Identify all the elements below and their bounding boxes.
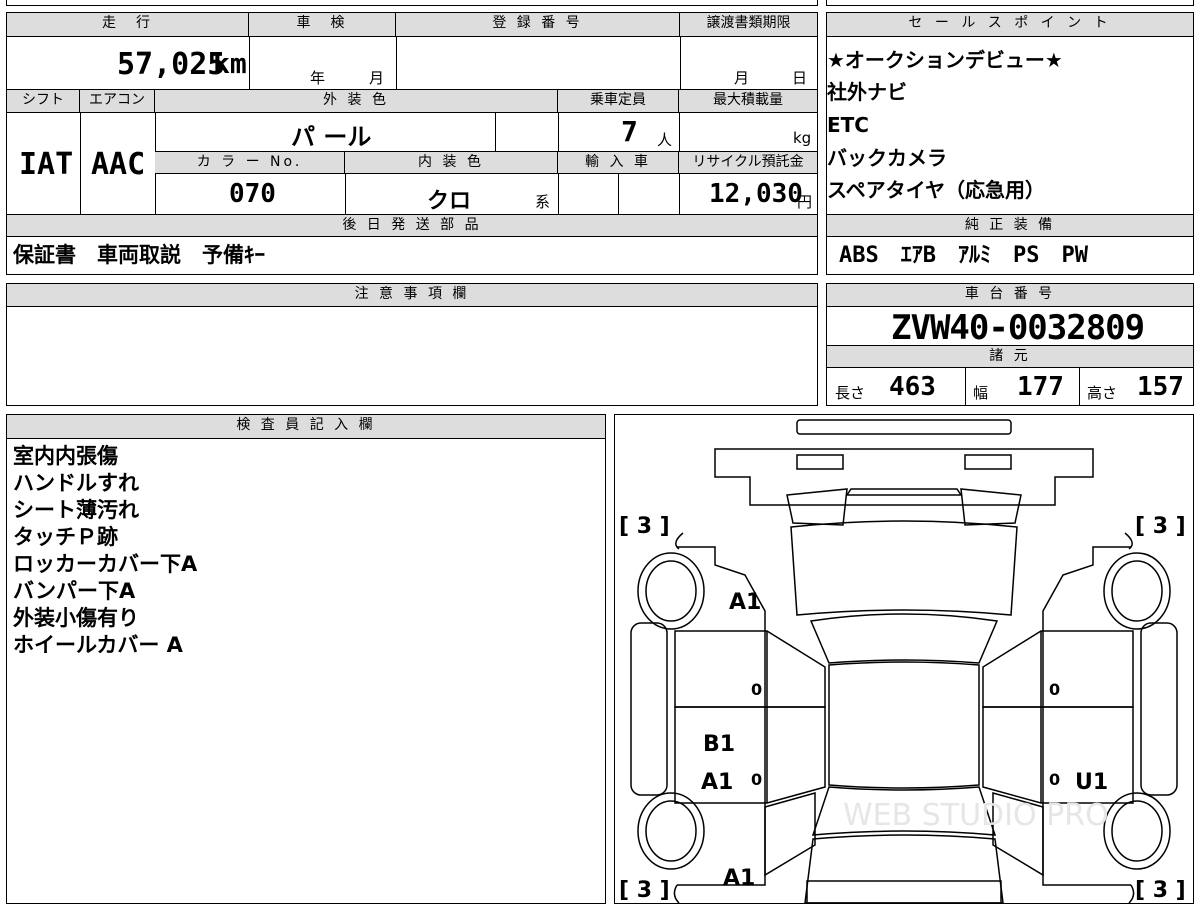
color-no-value: 070 <box>229 179 276 209</box>
damage-mark-a1-front: A1 <box>729 590 761 615</box>
interior-color-value: クロ <box>427 189 472 214</box>
width-value: 177 <box>1017 372 1064 402</box>
transfer-day: 日 <box>792 69 808 87</box>
vehicle-info-table: 走 行 車 検 登 録 番 号 譲渡書類期限 57,025 km 年 月 月 日… <box>6 12 818 275</box>
capacity-unit: 人 <box>657 131 673 149</box>
inspector-line: ロッカーカバー下A <box>13 552 198 576</box>
tire-tl: [ 3 ] <box>619 514 670 539</box>
inspector-line: ハンドルすれ <box>13 471 139 495</box>
interior-color-label: 内 装 色 <box>345 151 558 174</box>
width-label: 幅 <box>973 384 989 402</box>
inspector-line: 室内内張傷 <box>13 444 118 468</box>
inspector-line: タッチＰ跡 <box>13 525 118 549</box>
sales-point-1: ★オークションデビュー★ <box>827 48 1063 72</box>
car-diagram: [ 3 ] [ 3 ] [ 3 ] [ 3 ] A1 B1 A1 U1 A1 0… <box>619 419 1186 903</box>
capacity-label: 乗車定員 <box>558 90 679 113</box>
sales-points-panel: セ ー ル ス ポ イ ン ト ★オークションデビュー★ 社外ナビ ETC バッ… <box>826 12 1194 275</box>
max-load-label: 最大積載量 <box>679 90 817 113</box>
door-zero-2: 0 <box>1049 680 1060 699</box>
inspector-lines: 室内内張傷 ハンドルすれ シート薄汚れ タッチＰ跡 ロッカーカバー下A バンパー… <box>13 443 197 659</box>
shift-label: シフト <box>7 90 80 113</box>
inspector-panel: 検 査 員 記 入 欄 室内内張傷 ハンドルすれ シート薄汚れ タッチＰ跡 ロッ… <box>6 414 606 904</box>
door-zero-4: 0 <box>1049 770 1060 789</box>
equipment-value: ABS ｴｱB ｱﾙﾐ PS PW <box>839 243 1088 268</box>
spec-label: 諸 元 <box>827 345 1193 368</box>
top-strip-right <box>826 0 1194 6</box>
notes-panel: 注 意 事 項 欄 <box>6 283 818 406</box>
recycle-value: 12,030 <box>709 179 803 209</box>
chassis-label: 車 台 番 号 <box>827 284 1193 307</box>
top-strip <box>6 0 818 6</box>
inspector-line: ホイールカバー A <box>13 633 183 657</box>
notes-label: 注 意 事 項 欄 <box>7 284 817 307</box>
height-value: 157 <box>1137 372 1184 402</box>
sales-point-4: バックカメラ <box>827 146 947 170</box>
door-zero-1: 0 <box>751 680 762 699</box>
import-label: 輸 入 車 <box>558 151 679 174</box>
sales-point-5: スペアタイヤ（応急用） <box>827 178 1045 202</box>
length-label: 長さ <box>835 384 866 402</box>
sales-points-label: セ ー ル ス ポ イ ン ト <box>827 13 1193 37</box>
door-zero-3: 0 <box>751 770 762 789</box>
chassis-number: ZVW40-0032809 <box>891 308 1145 348</box>
tire-br: [ 3 ] <box>1135 878 1186 903</box>
inspection-year: 年 <box>310 69 326 87</box>
chassis-panel: 車 台 番 号 ZVW40-0032809 諸 元 長さ 463 幅 177 高… <box>826 283 1194 406</box>
later-parts-value: 保証書 車両取説 予備ｷｰ <box>13 243 265 267</box>
tire-bl: [ 3 ] <box>619 878 670 903</box>
later-parts-label: 後 日 発 送 部 品 <box>7 214 817 237</box>
interior-color-suffix: 系 <box>535 193 551 211</box>
recycle-label: リサイクル預託金 <box>679 151 817 174</box>
inspection-month: 月 <box>369 69 385 87</box>
damage-mark-a1-rear: A1 <box>723 866 755 891</box>
inspector-label: 検 査 員 記 入 欄 <box>7 415 605 439</box>
capacity-value: 7 <box>621 115 638 148</box>
shift-value: IAT <box>19 147 74 182</box>
recycle-unit: 円 <box>797 193 813 211</box>
max-load-unit: kg <box>793 129 812 147</box>
inspection-label: 車 検 <box>249 13 396 37</box>
exterior-color-value: パ ール <box>291 123 372 151</box>
damage-mark-b1: B1 <box>703 732 735 757</box>
inspector-line: バンパー下A <box>13 579 136 603</box>
equipment-label: 純 正 装 備 <box>827 214 1193 237</box>
mileage-label: 走 行 <box>7 13 249 37</box>
aircon-value: AAC <box>91 147 146 182</box>
length-value: 463 <box>889 372 936 402</box>
watermark: WEB STUDIO PRO <box>843 798 1109 833</box>
mileage-value: 57,025 <box>117 47 226 82</box>
tire-tr: [ 3 ] <box>1135 514 1186 539</box>
damage-mark-u1: U1 <box>1075 770 1108 795</box>
damage-mark-a1-door: A1 <box>701 770 733 795</box>
car-diagram-panel: [ 3 ] [ 3 ] [ 3 ] [ 3 ] A1 B1 A1 U1 A1 0… <box>614 414 1194 904</box>
sales-point-3: ETC <box>827 113 869 137</box>
inspector-line: シート薄汚れ <box>13 498 139 522</box>
mileage-unit: km <box>213 47 247 80</box>
sales-point-2: 社外ナビ <box>827 80 907 104</box>
exterior-color-label: 外 装 色 <box>155 90 558 113</box>
transfer-month: 月 <box>734 69 750 87</box>
height-label: 高さ <box>1087 384 1118 402</box>
aircon-label: エアコン <box>80 90 155 113</box>
transfer-deadline-label: 譲渡書類期限 <box>680 13 817 37</box>
inspector-line: 外装小傷有り <box>13 606 139 630</box>
color-no-label: カ ラ ー No. <box>155 151 345 174</box>
registration-label: 登 録 番 号 <box>396 13 680 37</box>
